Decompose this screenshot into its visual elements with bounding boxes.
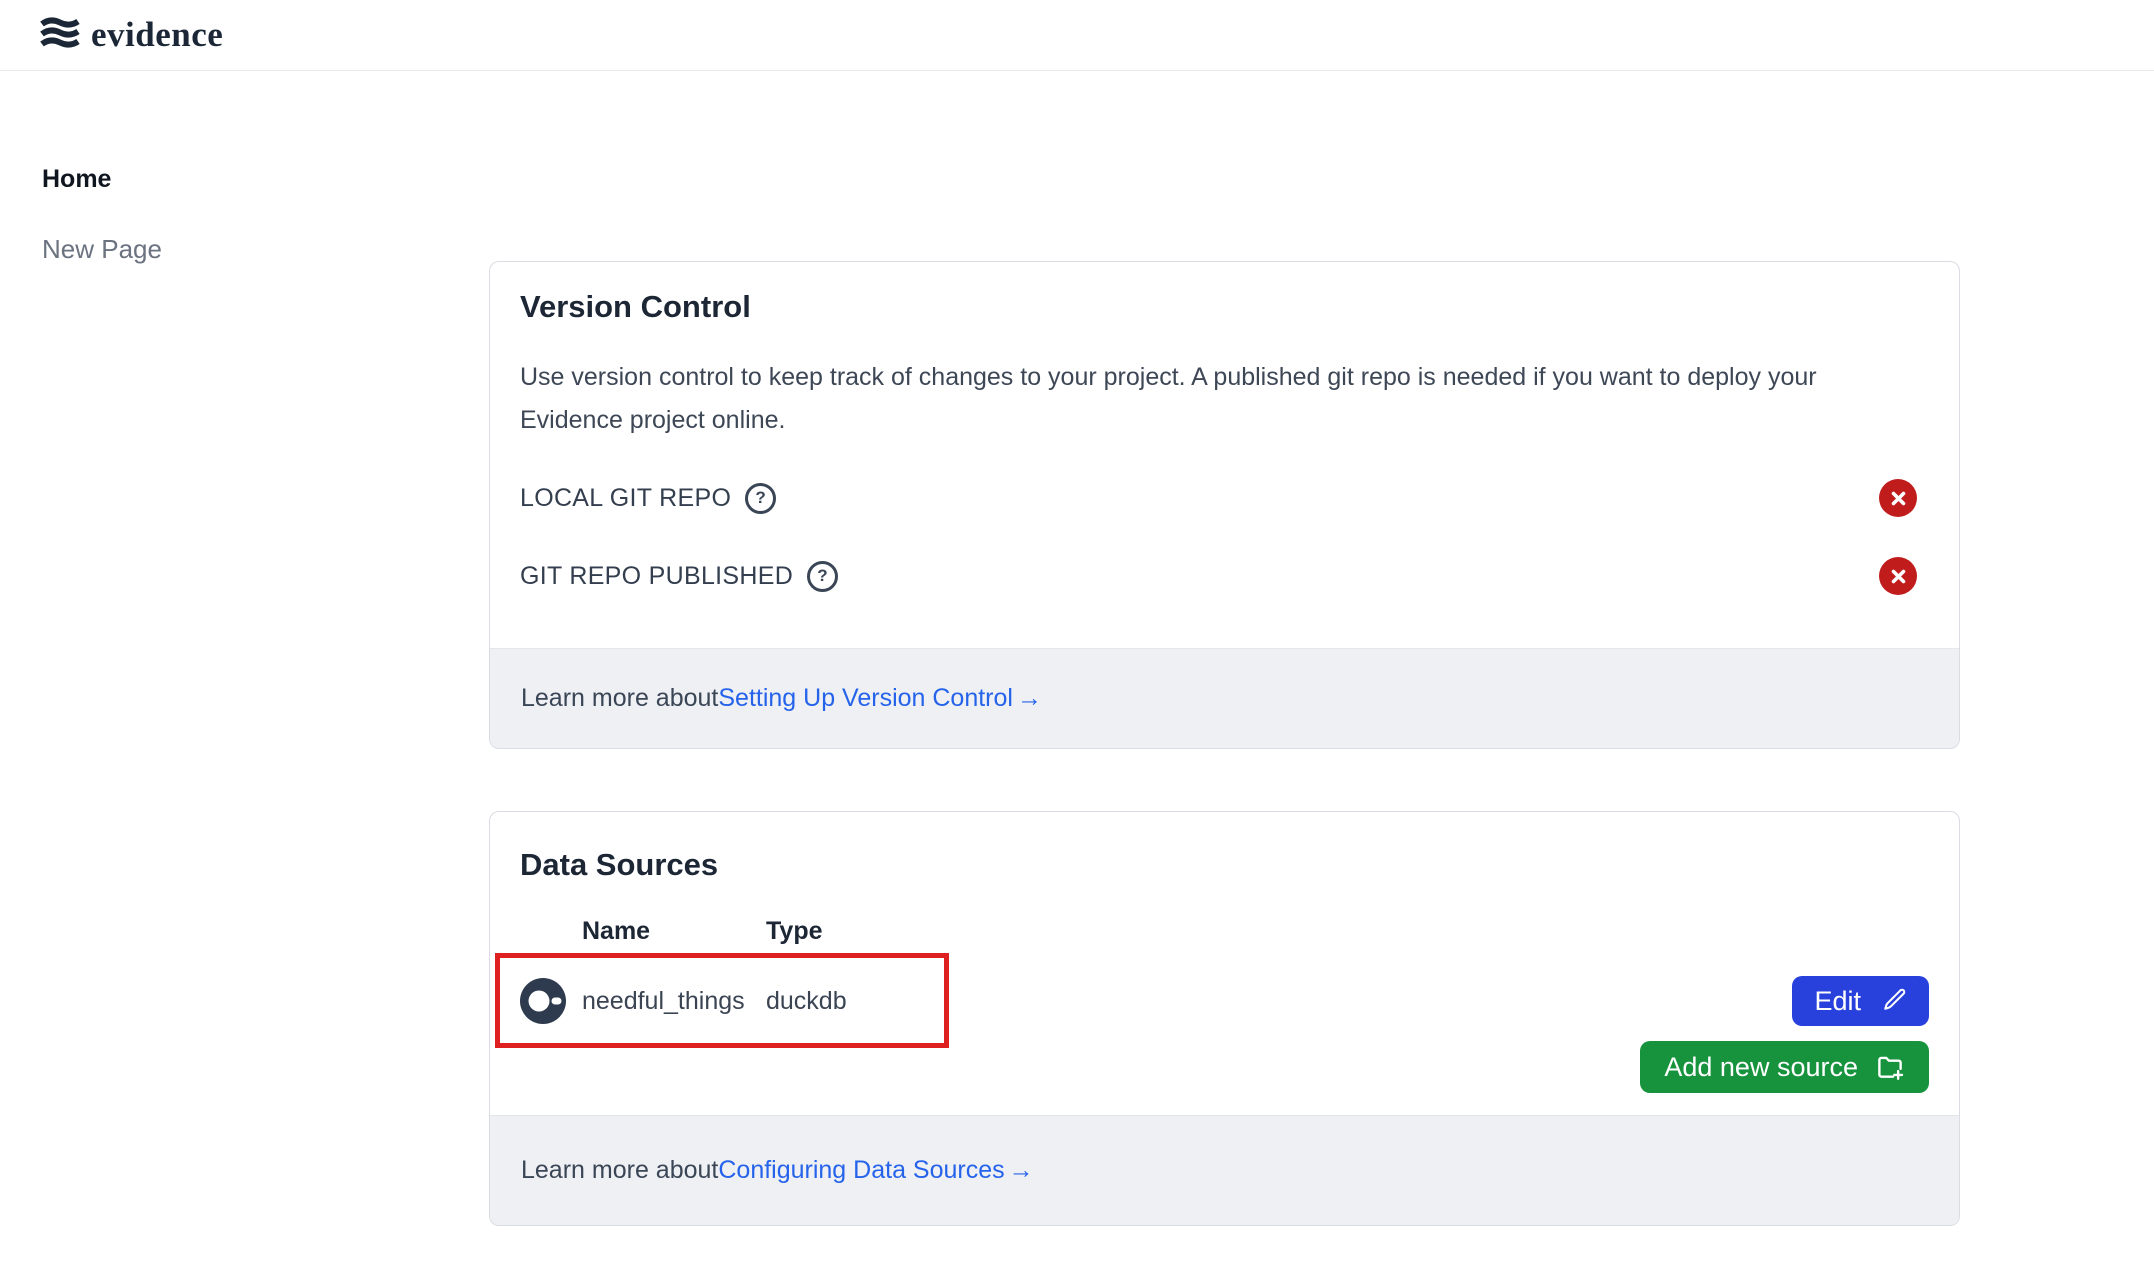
evidence-logo[interactable]: evidence (40, 15, 223, 55)
main-content: Version Control Use version control to k… (489, 71, 1960, 1226)
check-row-git-repo-published: GIT REPO PUBLISHED ? (520, 554, 1929, 598)
configuring-data-sources-link[interactable]: Configuring Data Sources→ (718, 1156, 1033, 1185)
status-fail-icon (1879, 479, 1917, 517)
table-header: Name Type (520, 914, 1929, 948)
version-control-footer: Learn more about Setting Up Version Cont… (490, 648, 1959, 748)
column-header-type: Type (766, 917, 823, 946)
learn-more-text: Learn more about (521, 1156, 718, 1185)
arrow-right-icon: → (1017, 684, 1042, 712)
add-new-source-button[interactable]: Add new source (1640, 1041, 1929, 1093)
check-row-local-git-repo: LOCAL GIT REPO ? (520, 476, 1929, 520)
table-row: needful_things duckdb (520, 978, 847, 1024)
arrow-right-icon: → (1009, 1156, 1034, 1184)
sidebar: Home New Page (0, 71, 489, 265)
source-type: duckdb (766, 987, 847, 1016)
sidebar-item-home[interactable]: Home (42, 165, 489, 194)
version-control-title: Version Control (520, 284, 1929, 330)
source-name: needful_things (582, 987, 766, 1016)
version-control-card: Version Control Use version control to k… (489, 261, 1960, 749)
pencil-icon (1878, 987, 1907, 1016)
sidebar-item-new-page[interactable]: New Page (42, 234, 489, 265)
learn-more-text: Learn more about (521, 684, 718, 713)
data-source-row-wrap: needful_things duckdb Edit (520, 954, 1929, 1048)
status-fail-icon (1879, 557, 1917, 595)
data-sources-title: Data Sources (520, 842, 1929, 888)
add-source-row: Add new source (520, 1041, 1929, 1093)
logo-wordmark: evidence (91, 15, 223, 55)
git-repo-published-label: GIT REPO PUBLISHED (520, 562, 793, 591)
duckdb-icon (520, 978, 566, 1024)
setting-up-version-control-link[interactable]: Setting Up Version Control→ (718, 684, 1042, 713)
help-icon[interactable]: ? (807, 561, 838, 592)
top-bar: evidence (0, 0, 2154, 71)
evidence-logo-icon (40, 17, 80, 53)
folder-plus-icon (1875, 1052, 1905, 1082)
data-sources-card: Data Sources Name Type (489, 811, 1960, 1226)
edit-button[interactable]: Edit (1792, 976, 1929, 1026)
data-sources-footer: Learn more about Configuring Data Source… (490, 1115, 1959, 1225)
local-git-repo-label: LOCAL GIT REPO (520, 484, 731, 513)
column-header-name: Name (582, 917, 766, 946)
version-control-description: Use version control to keep track of cha… (520, 356, 1860, 442)
help-icon[interactable]: ? (745, 483, 776, 514)
